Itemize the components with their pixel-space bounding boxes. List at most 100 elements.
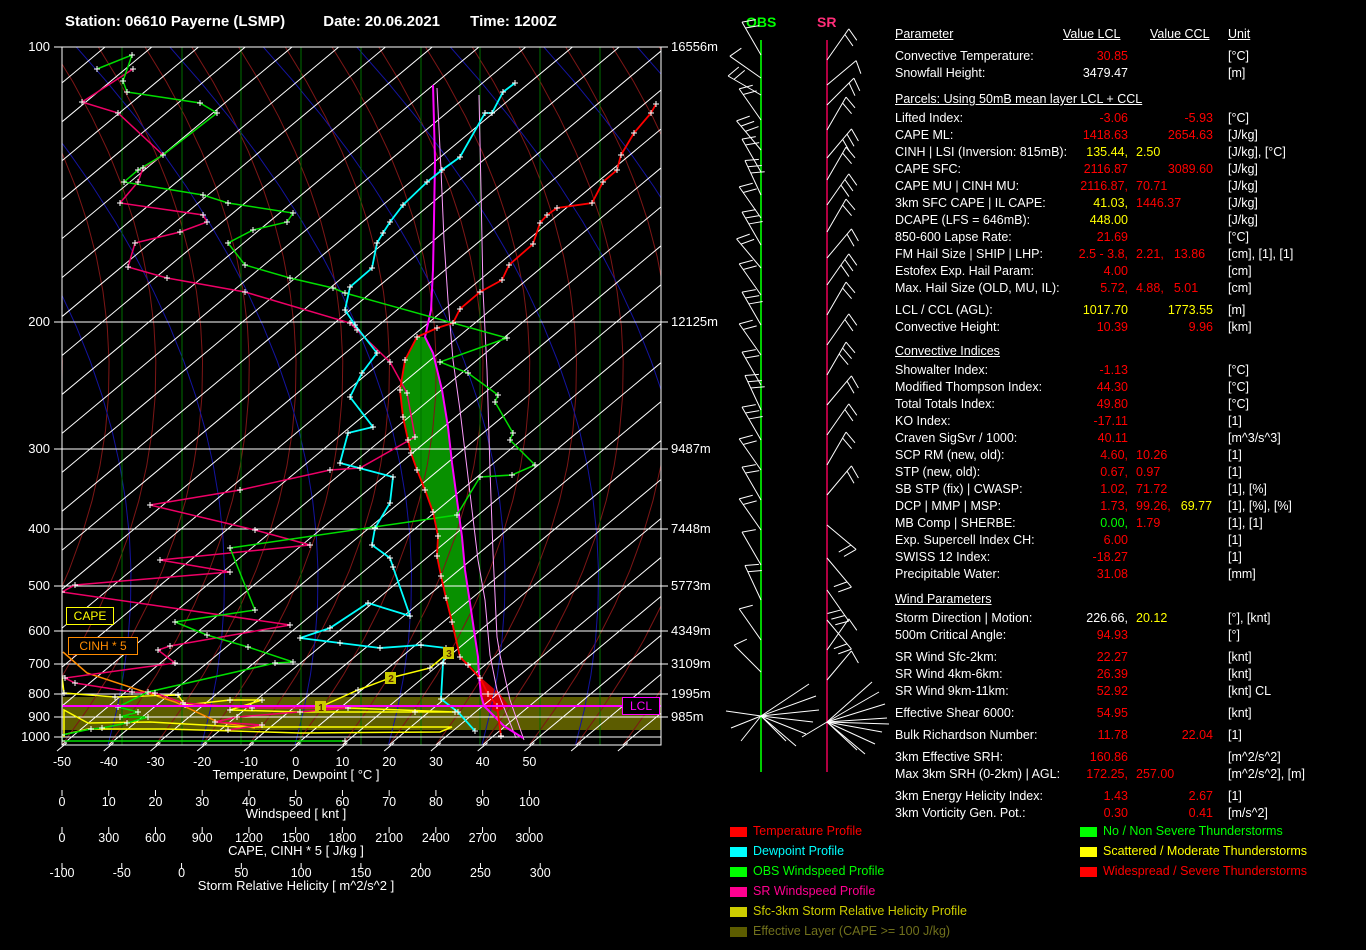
parameter-unit: [°C] — [1228, 230, 1249, 244]
wind-barb — [826, 146, 856, 181]
parameter-row: SCP RM (new, old): 4.60, 10.26 [1] — [895, 448, 1366, 465]
legend-label: OBS Windspeed Profile — [753, 864, 885, 878]
svg-text:600: 600 — [28, 623, 50, 638]
wind-barb — [729, 47, 762, 79]
svg-text:5773m: 5773m — [671, 578, 711, 593]
parameter-row: CINH | LSI (Inversion: 815mB): 135.44, 2.5… — [895, 145, 1366, 162]
parameter-unit: [1] — [1228, 728, 1242, 742]
svg-text:12125m: 12125m — [671, 314, 718, 329]
parameter-unit: [mm] — [1228, 567, 1256, 581]
parameter-unit: [1] — [1228, 550, 1242, 564]
parameter-row: LCL / CCL (AGL): 1017.70 1773.55 [m] — [895, 303, 1366, 320]
parameter-unit: [m^2/s^2], [m] — [1228, 767, 1306, 781]
legend-label: Scattered / Moderate Thunderstorms — [1103, 844, 1308, 858]
parameter-value: 40.11 — [1097, 431, 1128, 445]
svg-text:100: 100 — [28, 39, 50, 54]
parameter-value-extra: 2.50 — [1136, 145, 1170, 159]
wind-barb — [826, 341, 856, 376]
parameter-unit: [knt] CL — [1228, 684, 1272, 698]
parameter-row: SR Wind 4km-6km: 26.39 [knt] — [895, 667, 1366, 684]
wind-barb — [741, 289, 763, 326]
parameter-value: 10.39 — [1096, 320, 1128, 334]
parameter-unit: [m/s^2] — [1228, 806, 1268, 820]
x-axis-0: -50 -40 -30 -20 -10 0 10 20 30 40 50Temperature, D… — [53, 742, 629, 782]
parameter-row: CAPE ML: 1418.63 2654.63 [J/kg] — [895, 128, 1366, 145]
parameter-value: -3.06 — [1099, 111, 1129, 125]
parameter-row: Showalter Index: -1.13 [°C] — [895, 363, 1366, 380]
parameter-value: 31.08 — [1096, 567, 1128, 581]
parameter-row: SB STP (fix) | CWASP: 1.02, 71.72 [1], [%] — [895, 482, 1366, 499]
wind-barb — [826, 589, 850, 626]
obs-wind-column — [725, 19, 820, 772]
wind-barb — [826, 281, 856, 316]
section-title: Wind Parameters — [895, 592, 992, 606]
parameter-value-extra: 0.97 — [1136, 465, 1170, 479]
parameter-value-part: 71.72 — [1136, 482, 1168, 496]
parameter-unit: [1], [%], [%] — [1228, 499, 1292, 513]
svg-text:30: 30 — [195, 795, 209, 809]
parameter-row: Convective Height: 10.39 9.96 [km] — [895, 320, 1366, 337]
svg-text:-100: -100 — [49, 866, 74, 880]
svg-text:50: 50 — [522, 755, 536, 769]
parameter-row: Storm Direction | Motion: 226.66, 20.12 [°]… — [895, 611, 1366, 628]
parameter-value-ccl: 0.41 — [1188, 806, 1213, 820]
svg-text:800: 800 — [28, 686, 50, 701]
parameter-row: Effective Shear 6000: 54.95 [knt] — [895, 706, 1366, 723]
parameter-unit: [1] — [1228, 465, 1242, 479]
parameter-value: 1017.70 — [1082, 303, 1128, 317]
moist-adiabat — [636, 47, 661, 75]
parameter-value: 11.78 — [1097, 728, 1128, 742]
parameter-row: Estofex Exp. Hail Param: 4.00 [cm] — [895, 264, 1366, 281]
legend-swatch — [730, 847, 747, 857]
svg-text:-40: -40 — [100, 755, 118, 769]
parameter-row: Modified Thompson Index: 44.30 [°C] — [895, 380, 1366, 397]
parameter-row: MB Comp | SHERBE: 0.00, 1.79 [1], [1] — [895, 516, 1366, 533]
svg-text:200: 200 — [410, 866, 431, 880]
svg-text:300: 300 — [530, 866, 551, 880]
parameter-value: 4.00 — [1103, 264, 1128, 278]
svg-text:300: 300 — [28, 441, 50, 456]
svg-text:900: 900 — [192, 831, 213, 845]
parameter-value-extra: 1.79 — [1136, 516, 1170, 530]
svg-text:2400: 2400 — [422, 831, 450, 845]
parameter-unit: [m] — [1228, 303, 1246, 317]
parameter-value-part: 257.00 — [1136, 767, 1175, 781]
parameter-value-part: 1.79 — [1136, 516, 1161, 530]
parameter-value: 2116.87 — [1083, 162, 1128, 176]
parameter-value-part: 5.01 — [1173, 281, 1199, 295]
svg-text:3000: 3000 — [515, 831, 543, 845]
wind-barb — [741, 404, 763, 441]
header-unit: Unit — [1228, 27, 1251, 41]
parameter-value: 41.03, — [1093, 196, 1128, 210]
header-parameter: Parameter — [895, 27, 954, 41]
parameter-value-extra: 2.21, 13.86 — [1136, 247, 1215, 261]
svg-text:Temperature, Dewpoint [ °C ]: Temperature, Dewpoint [ °C ] — [212, 767, 379, 782]
parameter-value: 448.00 — [1089, 213, 1128, 227]
legend-swatch — [730, 867, 747, 877]
parameter-value-extra: 4.88, 5.01 — [1136, 281, 1208, 295]
parameter-row: CAPE MU | CINH MU: 2116.87, 70.71 [J/kg] — [895, 179, 1366, 196]
parameter-value-part: 4.88, — [1136, 281, 1164, 295]
svg-text:-50: -50 — [113, 866, 131, 880]
parameter-unit: [J/kg], [°C] — [1228, 145, 1286, 159]
parameter-unit: [m^3/s^3] — [1228, 431, 1281, 445]
parameter-row: KO Index: -17.11 [1] — [895, 414, 1366, 431]
parameter-value: 0.30 — [1103, 806, 1128, 820]
legend-label: Temperature Profile — [753, 824, 863, 838]
wind-barb — [826, 28, 858, 61]
parameter-value-extra: 1446.37 — [1136, 196, 1191, 210]
legend-label: SR Windspeed Profile — [753, 884, 876, 898]
x-axis-3: -100 -50 0 50 100 150 200 250 300Storm Relative … — [49, 863, 551, 893]
legend-swatch — [1080, 867, 1097, 877]
parameter-value-part: 13.86 — [1173, 247, 1206, 261]
wind-barb — [826, 375, 859, 406]
parameter-row: DCAPE (LFS = 646mB): 448.00 [J/kg] — [895, 213, 1366, 230]
parameter-value-part: 99.26, — [1136, 499, 1171, 513]
legend-label: Widespread / Severe Thunderstorms — [1103, 864, 1308, 878]
svg-text:16556m: 16556m — [671, 39, 718, 54]
parameter-unit: [km] — [1228, 320, 1252, 334]
parameter-row: Total Totals Index: 49.80 [°C] — [895, 397, 1366, 414]
wind-barb — [826, 313, 858, 346]
parameter-value-part: 0.97 — [1136, 465, 1161, 479]
parameter-unit: [°C] — [1228, 397, 1249, 411]
